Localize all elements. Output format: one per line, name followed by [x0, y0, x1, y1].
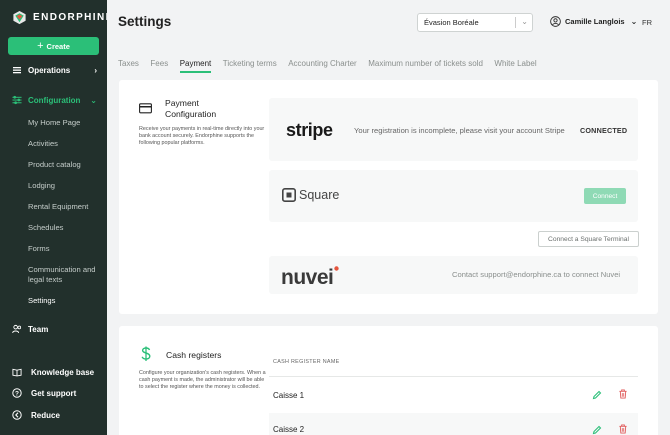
sidebar-item-knowledge[interactable]: Knowledge base — [0, 366, 107, 378]
user-menu[interactable]: Camille Langlois ⌄ — [550, 16, 637, 27]
sliders-icon — [12, 95, 22, 105]
payment-config-title: Payment Configuration — [165, 98, 217, 119]
tab-max-tickets[interactable]: Maximum number of tickets sold — [368, 59, 483, 73]
sidebar-item-team[interactable]: Team — [0, 323, 107, 335]
sidebar-item-label: Configuration — [28, 95, 81, 105]
sidebar: ENDORPHINE + Create Operations › Configu… — [0, 0, 107, 435]
collapse-icon — [12, 410, 22, 420]
organization-select[interactable]: Évasion Boréale ⌄ — [417, 13, 533, 32]
settings-tabs: Taxes Fees Payment Ticketing terms Accou… — [118, 59, 548, 73]
sidebar-item-label: Team — [28, 324, 49, 334]
square-terminal-button[interactable]: Connect a Square Terminal — [538, 231, 639, 247]
organization-value: Évasion Boréale — [424, 18, 479, 27]
create-button[interactable]: + Create — [8, 37, 99, 55]
sidebar-subitem-product-catalog[interactable]: Product catalog — [28, 160, 104, 170]
cash-registers-description: Configure your organization's cash regis… — [139, 370, 266, 390]
create-label: Create — [46, 41, 70, 51]
user-icon — [550, 16, 561, 27]
sidebar-item-operations[interactable]: Operations › — [0, 64, 107, 76]
stripe-logo: stripe — [286, 120, 333, 140]
svg-text:?: ? — [15, 390, 19, 397]
payment-config-description: Receive your payments in real-time direc… — [139, 126, 265, 146]
language-toggle[interactable]: FR — [642, 18, 652, 27]
square-logo-text: Square — [299, 188, 340, 202]
user-name: Camille Langlois — [565, 17, 625, 26]
sidebar-subitem-settings[interactable]: Settings — [28, 296, 104, 306]
sidebar-item-support[interactable]: ? Get support — [0, 387, 107, 399]
tab-taxes[interactable]: Taxes — [118, 59, 139, 73]
trash-icon[interactable] — [618, 424, 628, 434]
trash-icon[interactable] — [618, 389, 628, 399]
tab-payment[interactable]: Payment — [179, 59, 212, 73]
sidebar-item-configuration[interactable]: Configuration ⌄ — [0, 94, 107, 106]
register-name: Caisse 1 — [273, 391, 305, 400]
cash-registers-title: Cash registers — [166, 350, 222, 360]
credit-card-icon — [139, 103, 152, 114]
table-row: Caisse 2 — [269, 413, 638, 435]
sidebar-subitem-home[interactable]: My Home Page — [28, 118, 104, 128]
page-title: Settings — [118, 14, 172, 29]
square-logo-icon — [282, 188, 296, 202]
edit-icon[interactable] — [592, 390, 602, 400]
sidebar-subitem-rental[interactable]: Rental Equipment — [28, 202, 104, 212]
header-divider — [269, 376, 638, 377]
tab-fees[interactable]: Fees — [150, 59, 168, 73]
sidebar-item-label: Reduce — [31, 410, 60, 420]
operations-icon — [12, 65, 22, 75]
dollar-icon — [141, 346, 151, 361]
select-separator — [515, 17, 516, 28]
sidebar-item-label: Get support — [31, 388, 77, 398]
stripe-logo-text: stripe — [286, 120, 333, 140]
sidebar-subitem-schedules[interactable]: Schedules — [28, 223, 104, 233]
table-row: Caisse 1 — [269, 378, 638, 412]
nuvei-logo-text: nuvei — [281, 266, 333, 288]
help-icon: ? — [12, 388, 22, 398]
sidebar-subitem-lodging[interactable]: Lodging — [28, 181, 104, 191]
register-name: Caisse 2 — [273, 425, 305, 434]
sidebar-item-label: Knowledge base — [31, 367, 95, 377]
sidebar-subitem-activities[interactable]: Activities — [28, 139, 104, 149]
chevron-down-icon: ⌄ — [90, 95, 97, 105]
book-icon — [12, 367, 22, 377]
stripe-message: Your registration is incomplete, please … — [354, 126, 565, 135]
sidebar-subitem-communication[interactable]: Communication and legal texts — [28, 265, 104, 284]
nuvei-logo: nuvei — [281, 266, 339, 288]
sidebar-item-label: Operations — [28, 65, 71, 75]
chevron-down-icon: ⌄ — [630, 17, 638, 26]
chevron-down-icon: ⌄ — [521, 17, 528, 26]
brand-name: ENDORPHINE — [33, 12, 107, 23]
brand[interactable]: ENDORPHINE — [12, 10, 107, 25]
chevron-right-icon: › — [94, 65, 97, 75]
nuvei-message: Contact support@endorphine.ca to connect… — [452, 270, 621, 279]
edit-icon[interactable] — [592, 425, 602, 435]
square-connect-button[interactable]: Connect — [584, 188, 626, 204]
square-logo: Square — [282, 188, 339, 202]
plus-icon: + — [37, 39, 44, 52]
tab-ticketing-terms[interactable]: Ticketing terms — [223, 59, 277, 73]
stripe-status: CONNECTED — [580, 126, 628, 135]
column-header-name: CASH REGISTER NAME — [273, 359, 340, 365]
tab-white-label[interactable]: White Label — [494, 59, 536, 73]
team-icon — [12, 324, 22, 334]
sidebar-subitem-forms[interactable]: Forms — [28, 244, 104, 254]
tab-accounting-charter[interactable]: Accounting Charter — [288, 59, 356, 73]
sidebar-item-reduce[interactable]: Reduce — [0, 409, 107, 421]
endorphine-logo-icon — [13, 10, 26, 25]
